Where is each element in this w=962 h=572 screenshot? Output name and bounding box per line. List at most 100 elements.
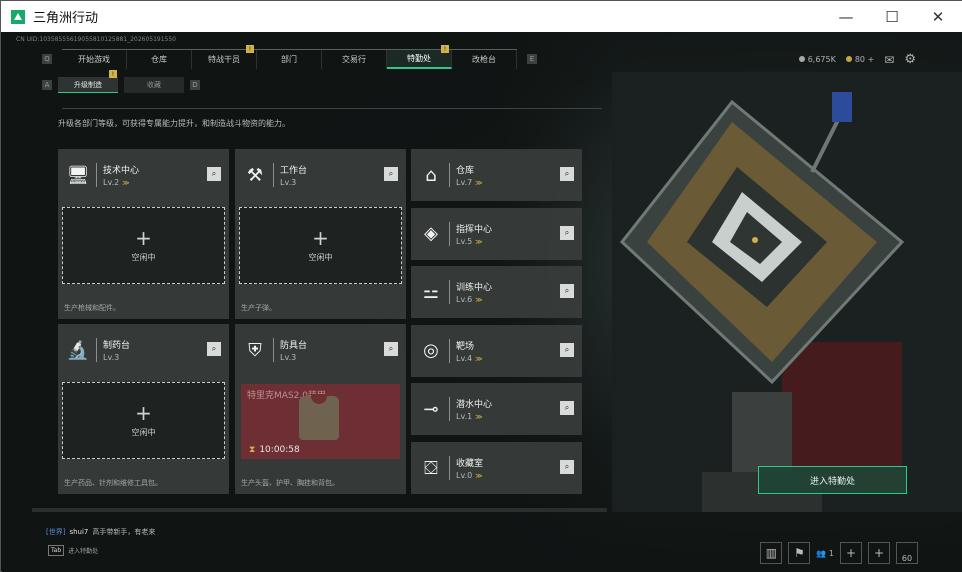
nav-tab-label: 部门 [281,55,297,64]
nav-tab-4[interactable]: 交易行 [322,50,387,69]
upgrade-chevron-icon: ≫ [122,179,130,187]
facility-card[interactable]: ⚍ 训练中心 Lv.6 ≫ ⌕ [411,266,582,319]
avatar[interactable]: 60 [896,542,918,564]
facility-header: 🖥 技术中心 Lv.2 ≫ ⌕ [58,149,229,201]
nav-tab-0[interactable]: 开始游戏 [62,50,127,69]
window-title: 三角洲行动 [33,11,99,26]
nav-alert-badge: ! [246,45,254,53]
subnav-next-key[interactable]: D [190,80,200,90]
mail-icon[interactable]: ✉ [884,53,894,67]
app-logo-icon [11,9,25,24]
collection-icon: ⛋ [424,457,438,479]
facility-card[interactable]: ⚒ 工作台 Lv.3 ⌕ + 空闲中 生产子弹。 [235,149,406,319]
armor-vest-image [299,394,339,440]
chat-channel: [世界] [46,528,66,536]
facility-card[interactable]: ⌂ 仓库 Lv.7 ≫ ⌕ [411,149,582,201]
nav-prev-key[interactable]: Q [42,54,52,64]
tab-hint: Tab 进入特勤处 [48,545,98,556]
facility-name: 防具台 [280,341,308,351]
nav-alert-badge: ! [441,45,449,53]
enter-special-ops-button[interactable]: 进入特勤处 [758,466,907,494]
idle-production-slot[interactable]: + 空闲中 [62,207,225,284]
divider [449,397,450,422]
nav-tab-3[interactable]: 部门 [257,50,322,69]
search-icon[interactable]: ⌕ [560,284,574,299]
currency-bar: 6,675K 80 + ✉ ⚙ [798,52,916,67]
nav-tab-label: 交易行 [342,55,366,64]
divider [96,338,97,362]
command-icon: ◈ [424,223,438,245]
facility-level: Lv.5 ≫ [456,236,483,246]
add-slot-1-button[interactable]: + [840,542,862,564]
chat-user: shui7 [69,528,89,536]
facility-card[interactable]: ⛨ 防具台 Lv.3 ⌕ 特里克MAS2.0装甲 ⧗ 10:00:58 生产头盔、护甲… [235,324,406,494]
divider [96,163,97,187]
facility-card[interactable]: 🔬 制药台 Lv.3 ⌕ + 空闲中 生产药品、针剂和维修工具包。 [58,324,229,494]
divider [62,108,602,109]
gold-balance[interactable]: 80 + [845,55,874,64]
facility-header: ◎ 靶场 Lv.4 ≫ ⌕ [411,325,582,377]
search-icon[interactable]: ⌕ [207,167,221,181]
facility-header: ⌂ 仓库 Lv.7 ≫ ⌕ [411,149,582,201]
facility-level: Lv.0 ≫ [456,471,483,480]
subtab-upgrade[interactable]: 升级制造! [58,70,118,93]
search-icon[interactable]: ⌕ [384,342,398,356]
nav-tab-label: 改枪台 [472,55,496,64]
add-slot-2-button[interactable]: + [868,542,890,564]
bottom-bar: [世界] shui7 高手带新手，有老来 Tab 进入特勤处 ▥ ⚑ 👥 1 + + … [2,508,962,572]
nav-tab-5[interactable]: 特勤处! [387,45,452,69]
nav-tab-6[interactable]: 改枪台 [452,50,517,69]
facility-card[interactable]: ◎ 靶场 Lv.4 ≫ ⌕ [411,324,582,377]
facility-card[interactable]: ◈ 指挥中心 Lv.5 ≫ ⌕ [411,207,582,260]
nav-tab-label: 仓库 [151,55,167,64]
subnav-prev-key[interactable]: A [42,80,52,90]
settings-gear-icon[interactable]: ⚙ [904,52,916,67]
upgrade-chevron-icon: ≫ [475,413,483,422]
nav-tab-label: 特战干员 [208,55,240,64]
nav-next-key[interactable]: E [527,54,537,64]
divider [449,163,450,187]
facility-name: 指挥中心 [456,224,493,235]
facility-level: Lv.1 ≫ [456,412,483,422]
facility-level: Lv.6 ≫ [456,295,483,305]
search-icon[interactable]: ⌕ [560,460,574,474]
game-viewport: CN UID:10358555619055810125881_202605191… [2,32,962,572]
search-icon[interactable]: ⌕ [560,401,574,416]
close-button[interactable]: ✕ [915,1,961,32]
chat-message: 高手带新手，有老来 [92,528,156,536]
plus-icon: + [135,401,152,425]
bottom-right-controls: ▥ ⚑ 👥 1 + + 60 [760,542,918,564]
nav-tab-2[interactable]: 特战干员! [192,45,257,69]
facility-name: 靶场 [456,341,475,352]
slot-status: 空闲中 [131,428,156,437]
stats-icon[interactable]: ▥ [760,542,783,564]
silver-balance: 6,675K [798,55,836,64]
idle-production-slot[interactable]: + 空闲中 [239,207,402,284]
scrollbar[interactable] [32,508,607,512]
search-icon[interactable]: ⌕ [560,225,574,240]
nav-tab-label: 特勤处 [407,54,431,63]
minimize-button[interactable]: — [823,1,869,32]
facility-name: 潜水中心 [456,400,493,411]
page-description: 升级各部门等级，可获得专属能力提升，和制造战斗物资的能力。 [58,119,290,128]
search-icon[interactable]: ⌕ [207,342,221,356]
facility-level: Lv.7 ≫ [456,178,483,187]
facility-card[interactable]: ⛋ 收藏室 Lv.0 ≫ ⌕ [411,442,582,494]
search-icon[interactable]: ⌕ [560,167,574,181]
search-icon[interactable]: ⌕ [560,342,574,357]
idle-production-slot[interactable]: + 空闲中 [62,382,225,459]
maximize-button[interactable]: ☐ [869,1,915,32]
subtab-collection[interactable]: 收藏 [124,77,184,93]
search-icon[interactable]: ⌕ [384,167,398,181]
divider [449,280,450,305]
chat-line[interactable]: [世界] shui7 高手带新手，有老来 [46,527,155,537]
nav-tab-1[interactable]: 仓库 [127,50,192,69]
flag-icon[interactable]: ⚑ [788,542,811,564]
facility-card[interactable]: 🖥 技术中心 Lv.2 ≫ ⌕ + 空闲中 生产枪械和配件。 [58,149,229,319]
facility-name: 制药台 [103,341,131,351]
facility-card[interactable]: ⊸ 潜水中心 Lv.1 ≫ ⌕ [411,383,582,436]
plus-icon: + [312,226,329,250]
production-slot[interactable]: 特里克MAS2.0装甲 ⧗ 10:00:58 [241,384,400,459]
facility-header: ⛨ 防具台 Lv.3 ⌕ [235,324,406,376]
friends-count[interactable]: 👥 1 [816,549,834,558]
